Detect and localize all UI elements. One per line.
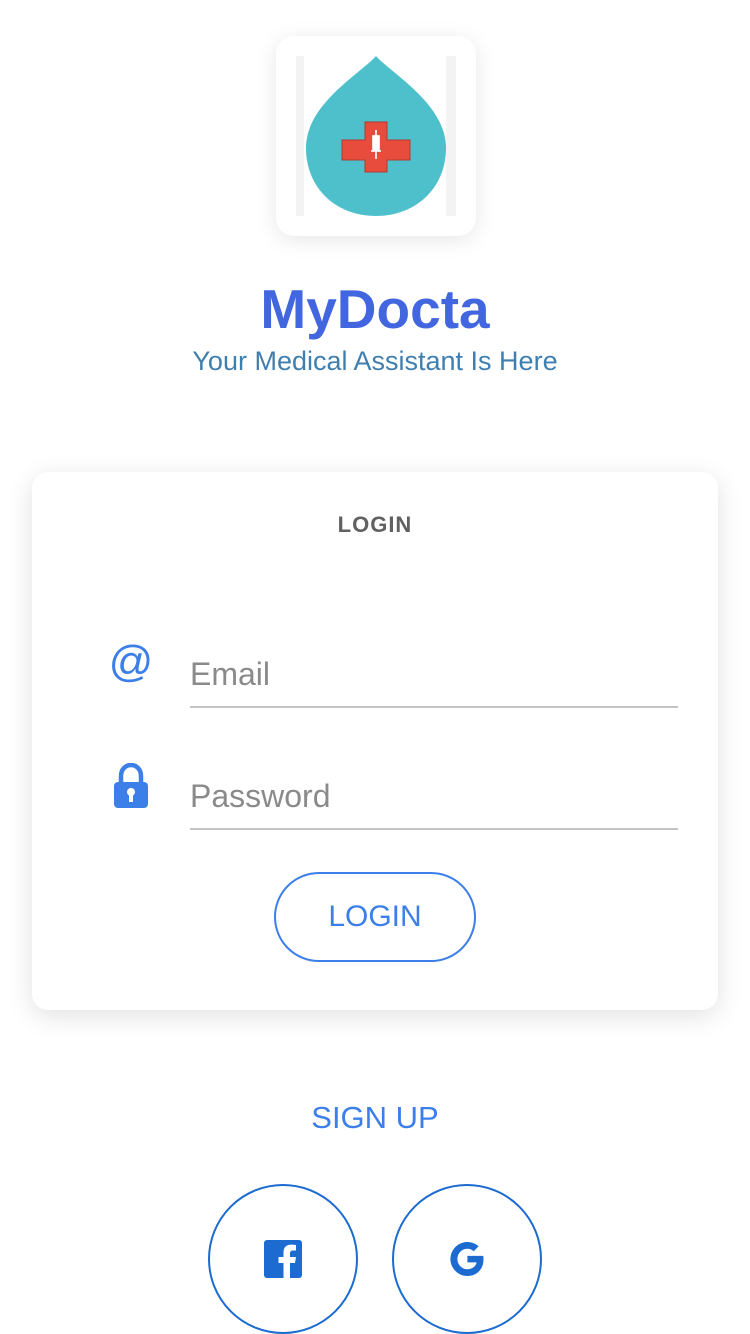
- email-field[interactable]: [190, 642, 678, 708]
- facebook-login-button[interactable]: [208, 1184, 358, 1334]
- google-login-button[interactable]: [392, 1184, 542, 1334]
- facebook-icon: [264, 1240, 302, 1278]
- password-field[interactable]: [190, 764, 678, 830]
- app-tagline: Your Medical Assistant Is Here: [192, 346, 558, 376]
- medical-drop-icon: [296, 56, 456, 216]
- app-title: MyDocta: [260, 278, 490, 340]
- at-icon: @: [108, 637, 154, 686]
- app-logo: [276, 36, 476, 236]
- signup-link[interactable]: SIGN UP: [0, 1098, 750, 1138]
- login-card-title: LOGIN: [337, 512, 413, 537]
- login-button[interactable]: LOGIN: [274, 872, 476, 962]
- login-card: LOGIN @ LOGIN: [32, 472, 718, 1010]
- login-screen: MyDocta Your Medical Assistant Is Here L…: [0, 0, 750, 1334]
- google-icon: [450, 1242, 484, 1276]
- lock-icon: [108, 763, 154, 809]
